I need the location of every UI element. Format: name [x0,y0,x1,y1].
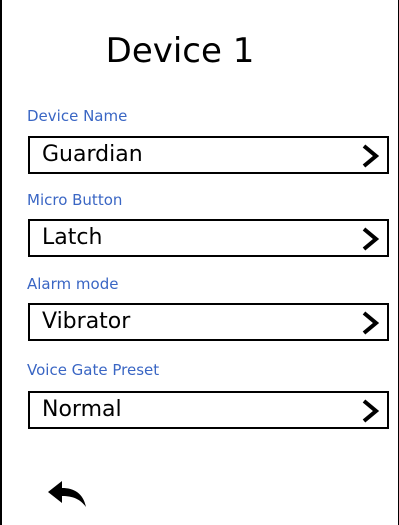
voice-gate-preset-label: Voice Gate Preset [27,361,160,379]
voice-gate-preset-value: Normal [42,397,122,422]
micro-button-value: Latch [42,225,103,250]
alarm-mode-value: Vibrator [42,309,131,334]
page-title: Device 1 [105,31,255,71]
device-name-field[interactable]: Guardian [28,136,389,174]
chevron-right-icon [362,399,379,423]
device-name-value: Guardian [42,142,143,167]
back-arrow-icon[interactable] [46,480,88,510]
chevron-right-icon [362,144,379,168]
alarm-mode-field[interactable]: Vibrator [28,303,389,341]
micro-button-label: Micro Button [27,191,123,209]
device-settings-screen: Device 1 Device Name Guardian Micro Butt… [0,0,399,525]
chevron-right-icon [362,311,379,335]
chevron-right-icon [362,227,379,251]
voice-gate-preset-field[interactable]: Normal [28,391,389,429]
micro-button-field[interactable]: Latch [28,219,389,257]
alarm-mode-label: Alarm mode [27,275,119,293]
device-name-label: Device Name [27,107,128,125]
